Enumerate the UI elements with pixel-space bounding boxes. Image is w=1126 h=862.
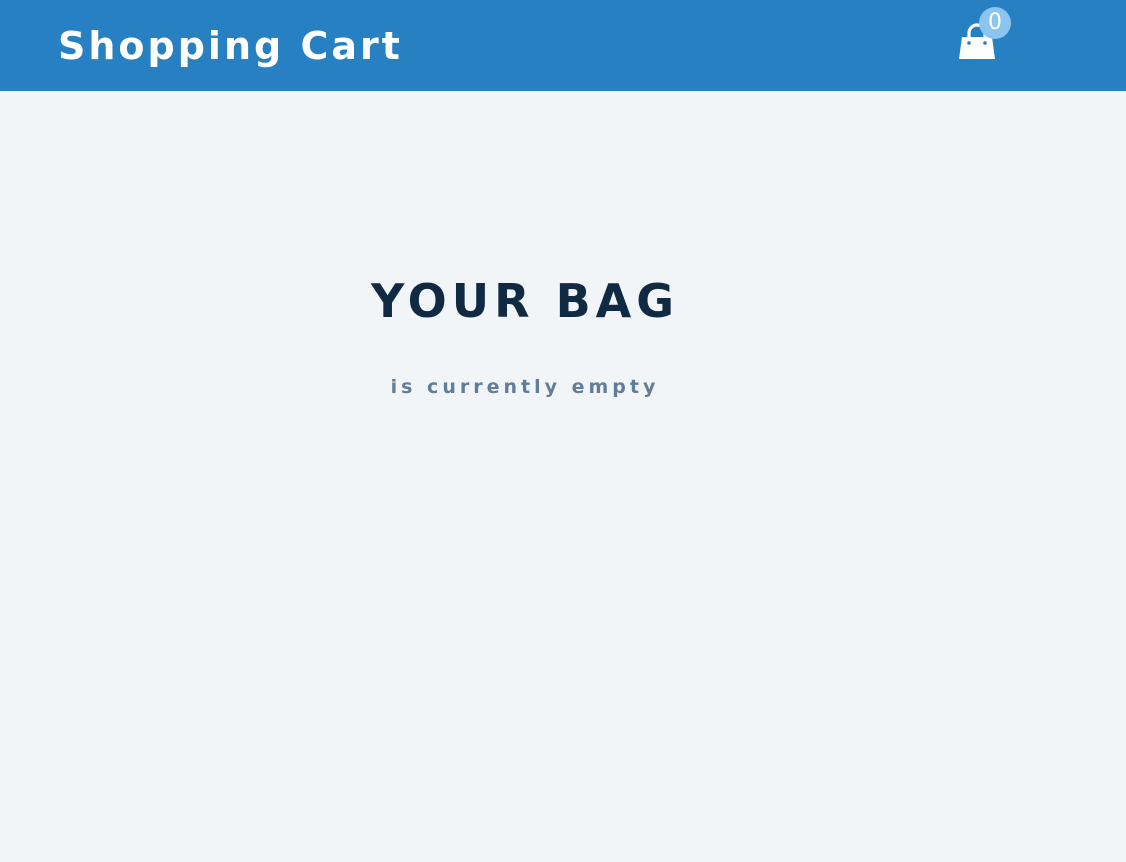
brand-title: Shopping Cart	[58, 24, 403, 68]
cart-button[interactable]: 0	[950, 7, 1020, 68]
empty-cart-message: is currently empty	[390, 376, 660, 398]
bag-title: YOUR BAG	[371, 274, 679, 328]
navbar: Shopping Cart 0	[0, 0, 1126, 91]
cart-count-badge: 0	[979, 7, 1011, 39]
